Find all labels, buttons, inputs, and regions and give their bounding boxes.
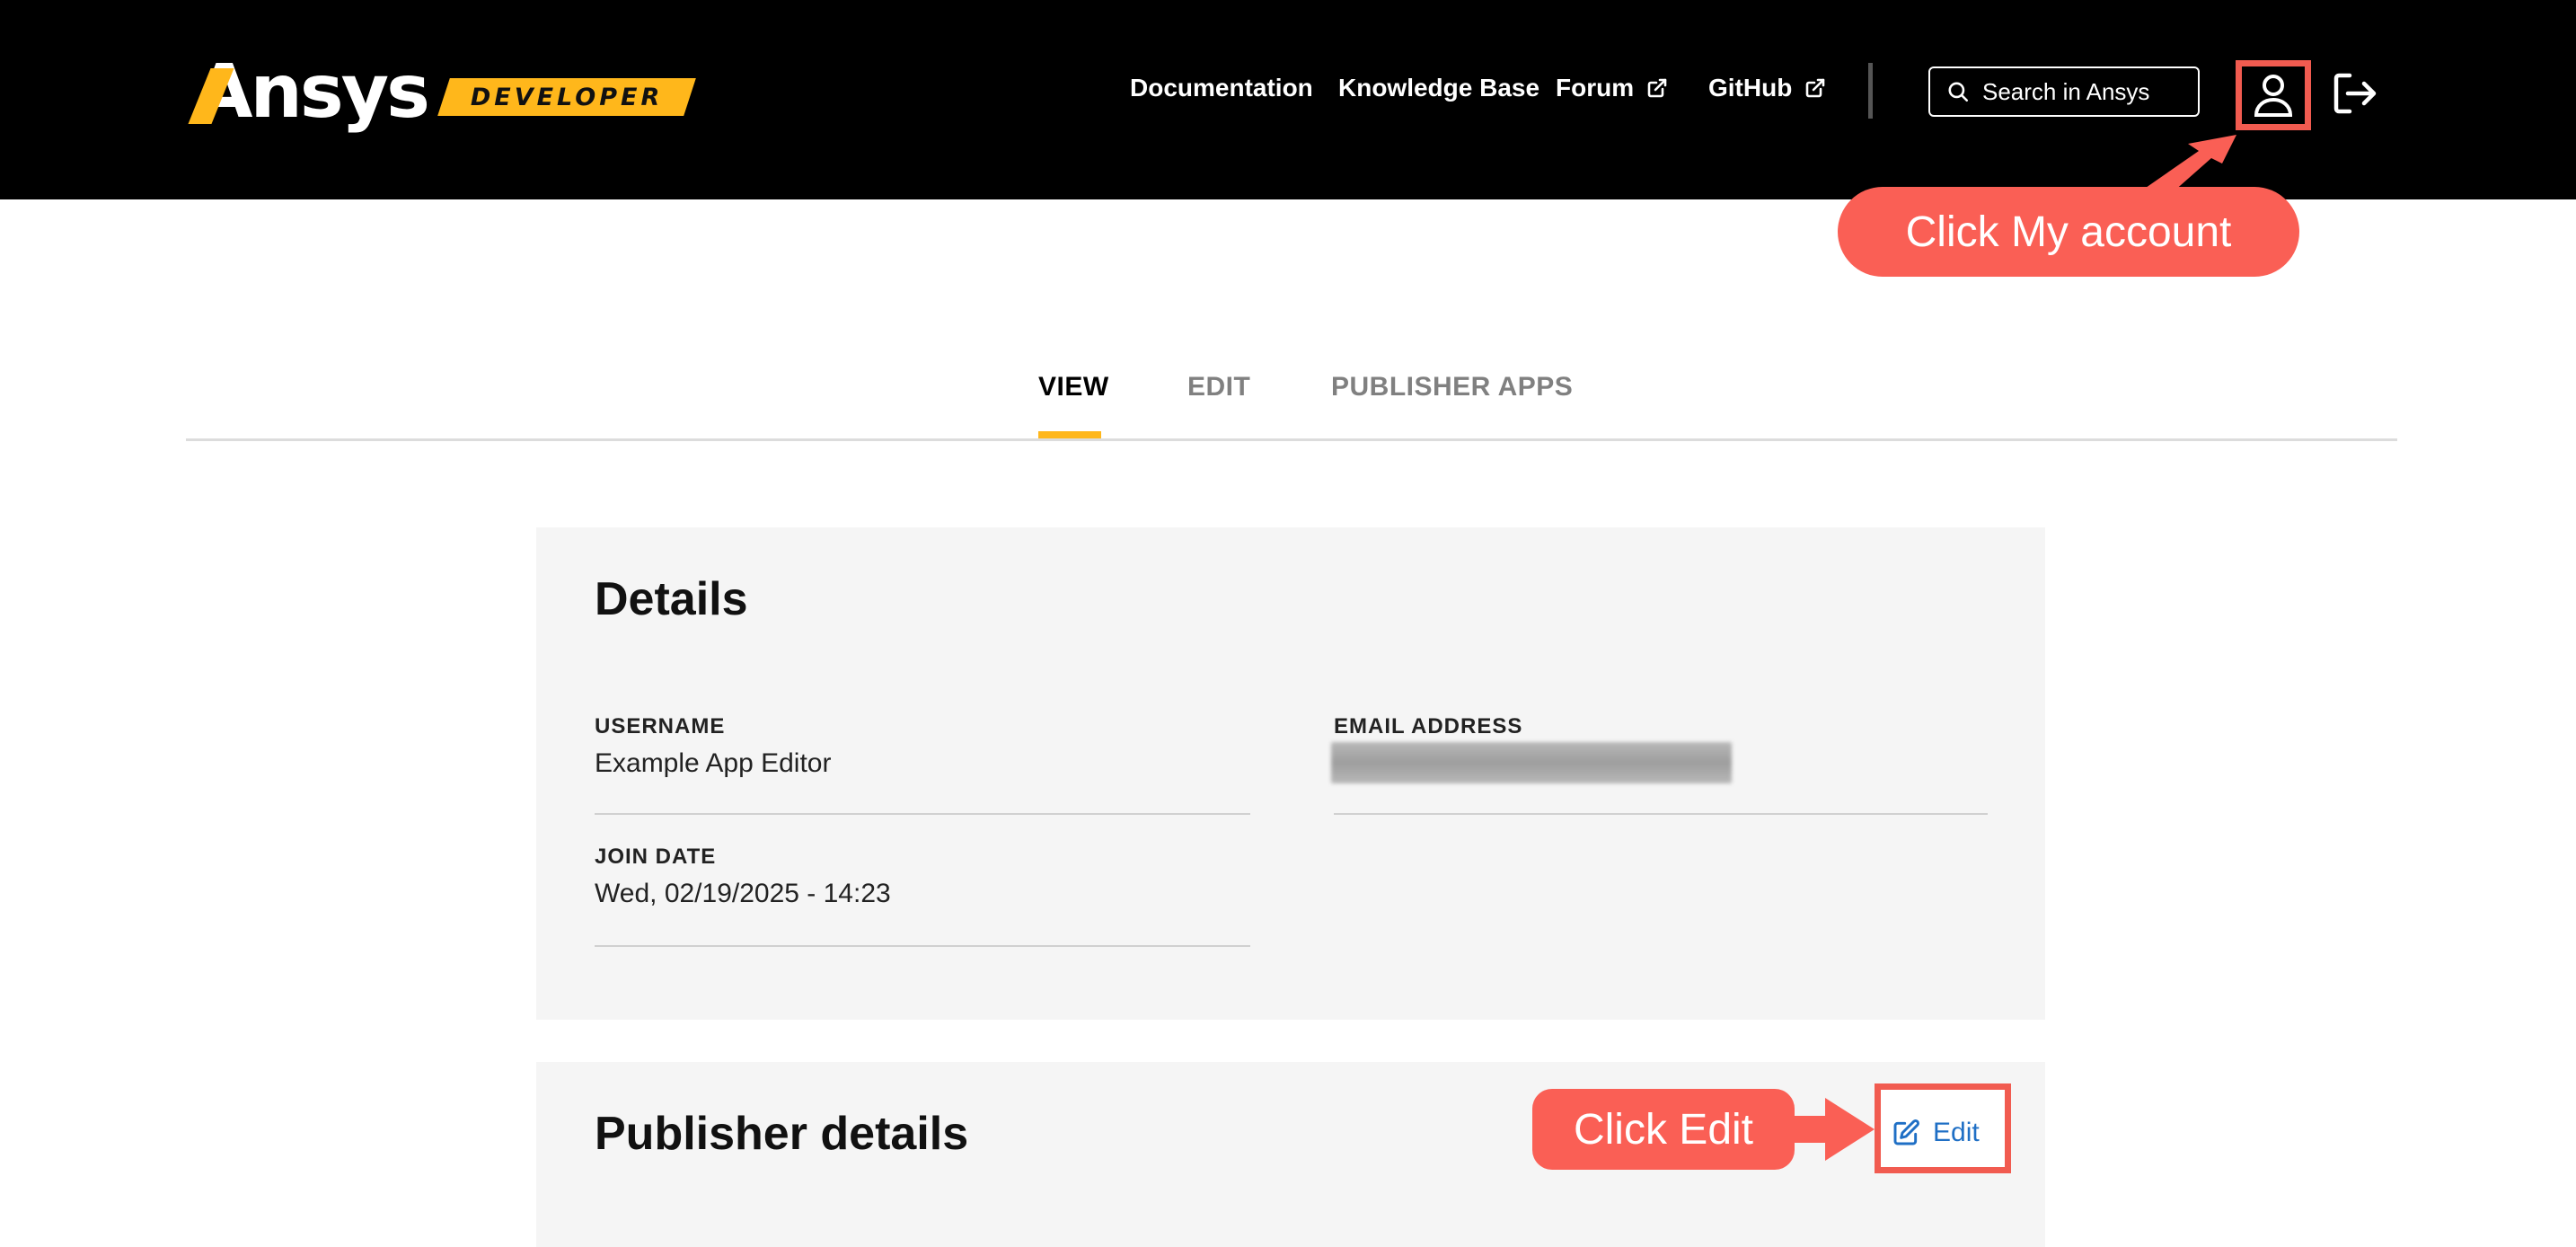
nav-github-link[interactable]: GitHub [1708, 74, 1826, 102]
logout-button[interactable] [2332, 70, 2378, 117]
account-highlight-box [2236, 60, 2311, 130]
developer-badge: DEVELOPER [437, 78, 697, 116]
username-label: USERNAME [595, 714, 726, 738]
account-callout: Click My account [1838, 187, 2299, 277]
join-date-label: JOIN DATE [595, 845, 717, 869]
publisher-edit-link[interactable]: Edit [1892, 1118, 1980, 1148]
email-label: EMAIL ADDRESS [1334, 714, 1523, 738]
search-box[interactable] [1928, 66, 2200, 117]
developer-badge-text: DEVELOPER [470, 83, 664, 111]
tabs-divider [186, 438, 2397, 441]
email-value-redacted [1331, 742, 1732, 783]
tab-edit[interactable]: EDIT [1187, 372, 1250, 402]
email-field: EMAIL ADDRESS [1334, 714, 1989, 739]
tab-publisher-apps[interactable]: PUBLISHER APPS [1331, 372, 1573, 402]
top-navigation-bar: Ansys DEVELOPER Documentation Knowledge … [0, 0, 2576, 199]
edit-icon [1893, 1119, 1919, 1145]
external-link-icon [1647, 78, 1667, 98]
publisher-details-card: Publisher details [536, 1062, 2045, 1247]
external-link-icon [1806, 78, 1825, 98]
logout-icon [2333, 73, 2377, 114]
join-date-value: Wed, 02/19/2025 - 14:23 [595, 879, 891, 908]
nav-forum-link[interactable]: Forum [1556, 74, 1668, 102]
nav-documentation-link[interactable]: Documentation [1130, 74, 1313, 102]
email-divider [1334, 813, 1988, 815]
ansys-wordmark: Ansys [188, 56, 430, 129]
username-field: USERNAME Example App Editor [595, 714, 1250, 779]
username-divider [595, 813, 1250, 815]
edit-label: Edit [1933, 1118, 1980, 1147]
nav-knowledge-base-link[interactable]: Knowledge Base [1338, 74, 1539, 102]
details-card: Details USERNAME Example App Editor EMAI… [536, 527, 2045, 1020]
join-date-field: JOIN DATE Wed, 02/19/2025 - 14:23 [595, 845, 1250, 909]
search-icon [1948, 82, 1969, 102]
publisher-details-title: Publisher details [595, 1108, 969, 1160]
username-value: Example App Editor [595, 748, 832, 778]
ansys-developer-logo[interactable]: Ansys DEVELOPER [188, 52, 697, 133]
details-title: Details [595, 573, 748, 625]
join-date-divider [595, 945, 1250, 947]
header-divider [1868, 63, 1873, 119]
edit-callout: Click Edit [1532, 1089, 1795, 1170]
search-input[interactable] [1982, 77, 2180, 106]
tab-view[interactable]: VIEW [1038, 372, 1109, 402]
